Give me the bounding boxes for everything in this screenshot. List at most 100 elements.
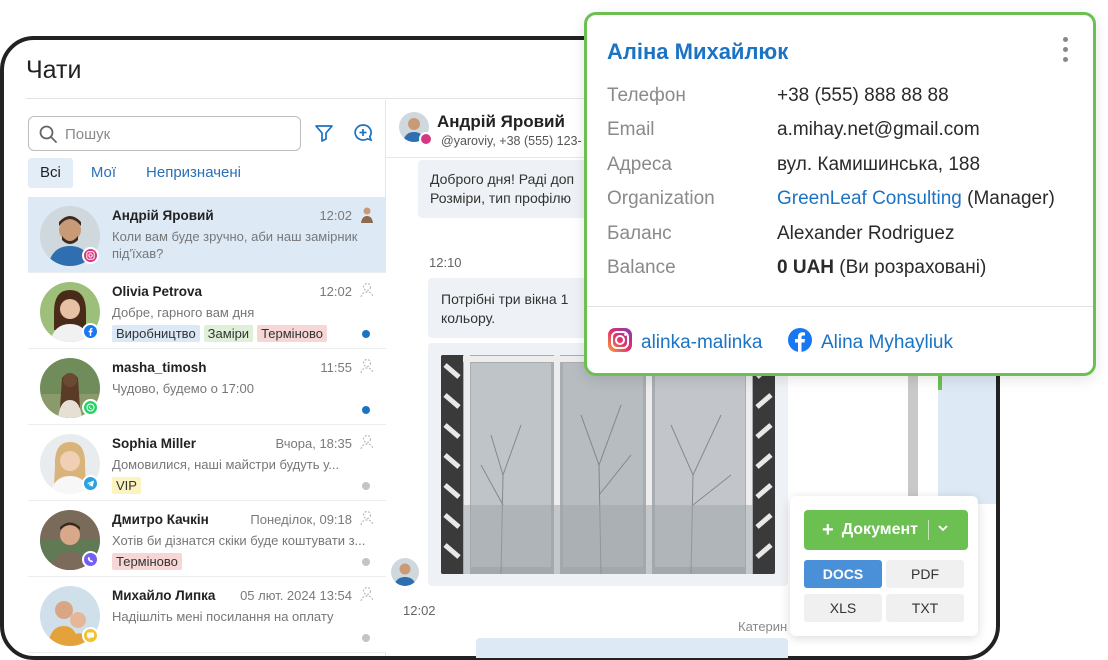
- tag: Заміри: [203, 325, 254, 342]
- contact-name: Андрій Яровий: [112, 208, 214, 223]
- balance-status: (Ви розраховані): [834, 257, 987, 278]
- chat-list: Андрій Яровий 12:02 Коли вам буде зручно…: [28, 197, 386, 653]
- list-item[interactable]: Андрій Яровий 12:02 Коли вам буде зручно…: [28, 197, 386, 273]
- add-document-button[interactable]: + Документ: [804, 510, 968, 550]
- read-dot: [362, 634, 370, 642]
- contact-name: Sophia Miller: [112, 436, 197, 451]
- message-preview: Добре, гарного вам дня: [112, 305, 255, 320]
- right-panel-strip: [908, 370, 996, 504]
- organization-link[interactable]: GreenLeaf Consulting: [777, 188, 962, 209]
- message-preview: Коли вам буде зручно, аби наш замірник п…: [112, 229, 358, 261]
- facebook-icon: [787, 327, 813, 359]
- read-dot: [362, 558, 370, 566]
- balance-amount: 0 UAH: [777, 257, 835, 278]
- list-item[interactable]: Olivia Petrova 12:02 Добре, гарного вам …: [28, 273, 386, 349]
- list-item[interactable]: Дмитро Качкін Понеділок, 09:18 Хотів би …: [28, 501, 386, 577]
- search-input[interactable]: [65, 123, 285, 145]
- unassigned-agent-icon: [358, 281, 376, 299]
- balance-amount-value: 0 UAH (Ви розраховані): [777, 257, 986, 279]
- format-txt[interactable]: TXT: [886, 594, 964, 622]
- add-document-label: Документ: [841, 521, 918, 538]
- instagram-icon: [419, 132, 433, 146]
- filter-icon[interactable]: [311, 120, 337, 146]
- message-preview: Чудово, будемо о 17:00: [112, 381, 254, 396]
- tab-mine[interactable]: Мої: [79, 158, 128, 188]
- tab-unassigned[interactable]: Непризначені: [134, 158, 253, 188]
- message-time: 12:10: [429, 255, 462, 270]
- agent-avatar: [358, 205, 376, 223]
- unread-dot: [362, 406, 370, 414]
- address-value: вул. Камишинська, 188: [777, 154, 981, 175]
- chat-tabs: Всі Мої Непризначені: [28, 158, 253, 188]
- list-item[interactable]: masha_timosh 11:55 Чудово, будемо о 17:0…: [28, 349, 386, 425]
- message-preview: Надішліть мені посилання на оплату: [112, 609, 334, 624]
- message-preview: Хотів би дізнатся скіки буде коштувати з…: [112, 533, 366, 548]
- phone-value[interactable]: +38 (555) 888 88 88: [777, 85, 949, 107]
- tag-list: VIP: [112, 477, 141, 494]
- format-xls[interactable]: XLS: [804, 594, 882, 622]
- outgoing-message-bubble: [476, 638, 788, 658]
- email-value[interactable]: a.mihay.net@gmail.com: [777, 119, 980, 141]
- page-title: Чати: [26, 56, 82, 84]
- instagram-icon: [607, 327, 633, 359]
- social-link-instagram[interactable]: alinka-malinka: [607, 327, 762, 359]
- contact-card-name: Аліна Михайлюк: [607, 39, 789, 64]
- message-time: 11:55: [320, 360, 352, 375]
- message-bubble: Потрібні три вікна 1 кольору.: [428, 278, 590, 338]
- message-time: Понеділок, 09:18: [250, 512, 352, 527]
- message-time: 12:02: [319, 284, 352, 299]
- unread-dot: [362, 330, 370, 338]
- more-options-icon[interactable]: [1061, 37, 1069, 65]
- telegram-icon: [82, 475, 99, 492]
- organization-value: GreenLeaf Consulting (Manager): [777, 188, 1055, 210]
- list-item[interactable]: Михайло Липка 05 лют. 2024 13:54 Надішлі…: [28, 577, 386, 653]
- unassigned-agent-icon: [358, 509, 376, 527]
- message-time: Вчора, 18:35: [275, 436, 352, 451]
- tag: VIP: [112, 477, 141, 494]
- plus-icon: +: [822, 518, 834, 541]
- unassigned-agent-icon: [358, 433, 376, 451]
- tag: Виробництво: [112, 325, 200, 342]
- chat-sidebar: Всі Мої Непризначені Андрій Яровий 12:02…: [24, 100, 386, 656]
- chevron-down-icon[interactable]: [937, 521, 949, 539]
- field-label: Balance: [607, 257, 676, 278]
- message-time: 12:02: [403, 603, 436, 618]
- message-bubble: Доброго дня! Раді доп Розміри, тип профі…: [418, 160, 588, 218]
- contact-name: masha_timosh: [112, 360, 207, 375]
- field-label: Email: [607, 119, 655, 140]
- balance-value: Alexander Rodriguez: [777, 223, 955, 244]
- window-photo: [441, 355, 775, 574]
- contact-name: Olivia Petrova: [112, 284, 203, 299]
- tab-all[interactable]: Всі: [28, 158, 73, 188]
- instagram-handle: alinka-malinka: [641, 332, 763, 353]
- organization-role: (Manager): [961, 188, 1055, 209]
- read-dot: [362, 482, 370, 490]
- viber-icon: [82, 551, 99, 568]
- facebook-profile-name: Alina Myhayliuk: [821, 332, 953, 353]
- new-chat-icon[interactable]: [350, 120, 376, 146]
- tag-list: Виробництво Заміри Терміново: [112, 325, 327, 342]
- tag: Терміново: [257, 325, 327, 342]
- agent-name: Катерин: [738, 619, 788, 634]
- search-box[interactable]: [28, 116, 301, 151]
- instagram-icon: [82, 247, 99, 264]
- document-panel: + Документ DOCS PDF XLS TXT: [790, 496, 978, 636]
- message-time: 12:02: [319, 208, 352, 223]
- unassigned-agent-icon: [358, 585, 376, 603]
- format-docs[interactable]: DOCS: [804, 560, 882, 588]
- field-label: Адреса: [607, 154, 672, 175]
- list-item[interactable]: Sophia Miller Вчора, 18:35 Домовилися, н…: [28, 425, 386, 501]
- chat-contact-name: Андрій Яровий: [437, 112, 565, 131]
- format-pdf[interactable]: PDF: [886, 560, 964, 588]
- contact-name: Дмитро Качкін: [112, 512, 209, 527]
- whatsapp-icon: [82, 399, 99, 416]
- tag: Терміново: [112, 553, 182, 570]
- sender-avatar: [391, 558, 419, 586]
- photo-message[interactable]: [428, 343, 788, 586]
- social-link-facebook[interactable]: Alina Myhayliuk: [787, 327, 953, 359]
- search-icon: [39, 125, 57, 148]
- contact-card: Аліна Михайлюк Телефон +38 (555) 888 88 …: [584, 12, 1096, 376]
- contact-name: Михайло Липка: [112, 588, 216, 603]
- chat-contact-details: @yaroviy, +38 (555) 123-: [441, 134, 582, 148]
- facebook-icon: [82, 323, 99, 340]
